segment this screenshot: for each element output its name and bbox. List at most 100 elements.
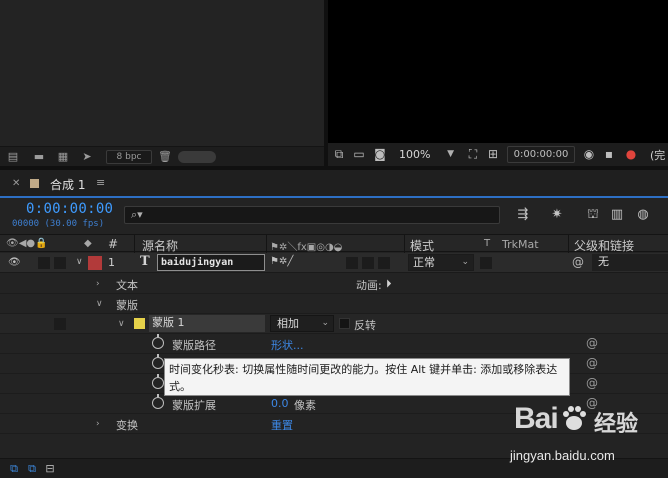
stopwatch-icon[interactable] — [152, 394, 164, 409]
column-parent[interactable]: 父级和链接 — [574, 237, 634, 254]
bit-depth-button[interactable]: 8 bpc — [106, 150, 152, 164]
motion-blur-icon[interactable]: ◍ — [634, 206, 652, 224]
mask-path-value[interactable]: 形状... — [271, 337, 304, 353]
panel-menu-icon[interactable]: ≡ — [96, 176, 105, 189]
project-footer: ▤ ▬ ▦ ➤ 8 bpc 🗑 — [0, 146, 324, 166]
draft-3d-icon[interactable]: ✷ — [548, 206, 566, 224]
preserve-transparency-toggle[interactable] — [480, 257, 492, 269]
render-queue-icon[interactable]: ➤ — [80, 151, 94, 162]
av-features-icons: 👁◀●🔒 — [6, 238, 48, 249]
layer-name-field[interactable]: baidujingyan — [157, 254, 265, 271]
pick-whip-icon[interactable]: @ — [572, 255, 584, 269]
monitor-icon[interactable]: ▭ — [352, 148, 366, 161]
snapshot-icon[interactable]: ◉ — [582, 148, 596, 161]
switches-icons: ⚑✲＼fx▣◎◑◒ — [270, 242, 343, 253]
chevron-down-icon[interactable]: ∨ — [76, 257, 83, 267]
layer-label-color[interactable] — [88, 256, 102, 270]
property-masks-row[interactable]: ∨ 蒙版 — [0, 294, 668, 314]
project-panel — [0, 0, 324, 146]
frame-rate-readout: 00000 (30.00 fps) — [12, 219, 105, 229]
composition-viewer[interactable] — [328, 0, 668, 143]
timeline-tab-row: ✕ 合成 1 ≡ — [0, 170, 668, 198]
mask-expansion-unit: 像素 — [294, 399, 316, 412]
animate-play-icon[interactable]: ⏵ — [386, 277, 392, 291]
chevron-right-icon[interactable]: › — [96, 419, 100, 429]
switch-3d-toggle[interactable] — [346, 257, 358, 269]
mask-mode-select[interactable]: 相加 ⌄ — [270, 315, 334, 332]
layer-switches[interactable]: ⚑✲╱ — [270, 256, 293, 267]
column-mode[interactable]: 模式 — [410, 237, 434, 254]
shy-layers-icon[interactable]: ⛫ — [584, 206, 602, 224]
inverted-label: 反转 — [354, 319, 376, 332]
composition-flowchart-icon[interactable]: ⇶ — [514, 206, 532, 224]
folder-icon[interactable]: ▬ — [32, 151, 46, 162]
column-divider — [266, 235, 267, 253]
fit-frame-icon[interactable]: ⛶ — [466, 148, 480, 161]
inverted-checkbox[interactable] — [339, 318, 350, 329]
mask-name-field[interactable]: 蒙版 1 — [149, 315, 265, 332]
chevron-down-icon[interactable]: ∨ — [118, 319, 125, 329]
column-source-name[interactable]: 源名称 — [142, 237, 178, 254]
current-time-display[interactable]: 0:00:00:00 — [26, 201, 113, 217]
show-snapshot-icon[interactable]: ▪ — [602, 148, 616, 161]
visibility-eye-icon[interactable]: 👁 — [8, 257, 21, 268]
frame-blending-icon[interactable]: ▥ — [608, 206, 626, 224]
mask-path-label: 蒙版路径 — [172, 339, 216, 352]
switch-adjustment-toggle[interactable] — [362, 257, 374, 269]
resolution-select[interactable]: (完 — [650, 147, 665, 163]
chevron-right-icon[interactable]: › — [96, 279, 100, 289]
active-tab-indicator — [0, 196, 668, 198]
chevron-down-icon: ▼ — [447, 149, 454, 159]
new-composition-icon[interactable]: ▦ — [56, 151, 70, 162]
chevron-down-icon[interactable]: ∨ — [96, 299, 103, 309]
thumbnail-slider[interactable] — [178, 151, 216, 163]
layer-search-input[interactable]: ⌕▾ — [124, 206, 500, 224]
grid-icon[interactable]: ⊞ — [486, 148, 500, 161]
stopwatch-icon[interactable] — [152, 334, 164, 349]
color-channels-icon[interactable]: ● — [624, 148, 638, 161]
pick-whip-icon[interactable]: @ — [586, 356, 598, 370]
paw-icon — [563, 406, 586, 430]
solo-toggle[interactable] — [54, 257, 66, 269]
property-text: 文本 — [116, 279, 138, 292]
property-masks: 蒙版 — [116, 299, 138, 312]
watermark-logo: Bai — [514, 402, 559, 435]
stopwatch-tooltip: 时间变化秒表: 切换属性随时间更改的能力。按住 Alt 键并单击: 添加或移除表… — [164, 358, 570, 396]
zoom-select[interactable]: 100% ▼ — [396, 146, 460, 163]
property-transform: 变换 — [116, 419, 138, 432]
audio-toggle[interactable] — [38, 257, 50, 269]
viewer-timecode[interactable]: 0:00:00:00 — [507, 146, 575, 163]
tab-composition[interactable]: 合成 1 — [50, 176, 85, 193]
stopwatch-icon[interactable] — [152, 354, 164, 369]
transform-reset-link[interactable]: 重置 — [271, 417, 293, 433]
mask-solo-toggle[interactable] — [54, 318, 66, 330]
layer-columns-header: 👁◀●🔒 ◆ # 源名称 ⚑✲＼fx▣◎◑◒ 模式 T TrkMat 父级和链接 — [0, 234, 668, 254]
in-out-toggle-icon[interactable]: ⊟ — [44, 463, 56, 475]
mask-expansion-value[interactable]: 0.0 — [271, 397, 289, 410]
switch-3d-layer-toggle[interactable] — [378, 257, 390, 269]
layer-row[interactable]: 👁 ∨ 1 T baidujingyan ⚑✲╱ 正常 ⌄ @ 无 — [0, 253, 668, 273]
transfer-controls-toggle-icon[interactable]: ⧉ — [26, 463, 38, 475]
property-text-row[interactable]: › 文本 动画: ⏵ — [0, 274, 668, 294]
text-layer-icon: T — [140, 254, 150, 269]
pick-whip-icon[interactable]: @ — [586, 336, 598, 350]
animate-label: 动画: — [356, 279, 382, 292]
mask-row[interactable]: ∨ 蒙版 1 相加 ⌄ 反转 — [0, 314, 668, 334]
baidu-jingyan-watermark: Bai 经验 jingyan.baidu.com — [508, 400, 668, 478]
composition-swatch — [30, 179, 39, 188]
always-preview-icon[interactable]: ⧉ — [332, 148, 346, 161]
close-icon[interactable]: ✕ — [12, 178, 20, 189]
layer-index: 1 — [108, 256, 115, 269]
vr-headset-icon[interactable]: ◙ — [373, 148, 387, 161]
pick-whip-icon[interactable]: @ — [586, 376, 598, 390]
mask-path-row[interactable]: 蒙版路径 形状... @ — [0, 334, 668, 354]
column-trkmat[interactable]: TrkMat — [502, 238, 539, 251]
layer-switches-toggle-icon[interactable]: ⧉ — [8, 463, 20, 475]
blend-mode-select[interactable]: 正常 ⌄ — [408, 254, 474, 271]
mask-color-swatch[interactable] — [134, 318, 145, 329]
interpret-footage-icon[interactable]: ▤ — [6, 151, 20, 162]
trash-icon[interactable]: 🗑 — [158, 151, 172, 162]
stopwatch-icon[interactable] — [152, 374, 164, 389]
column-divider — [134, 235, 135, 253]
parent-select[interactable]: 无 — [592, 254, 668, 271]
